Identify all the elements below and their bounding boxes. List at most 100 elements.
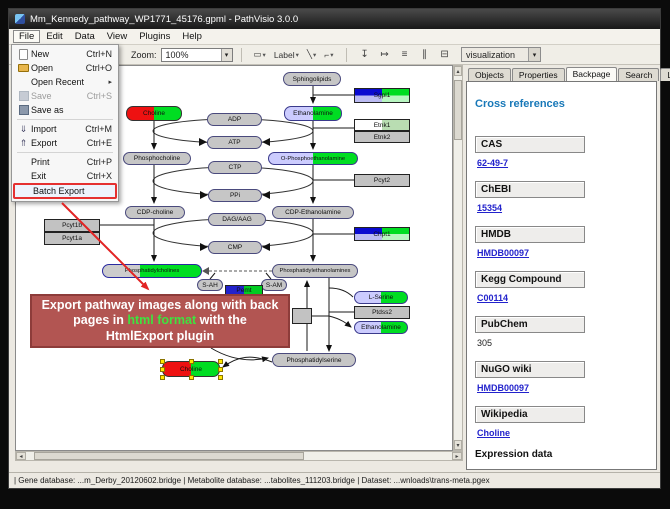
file-menu-item-batch-export[interactable]: Batch Export [13, 183, 117, 199]
pathway-node-cdp-choline[interactable]: CDP-choline [125, 206, 185, 219]
pathway-node-gene-box[interactable] [292, 308, 312, 324]
menu-file[interactable]: File [13, 30, 40, 43]
pathway-node-sphingolipids[interactable]: Sphingolipids [283, 72, 341, 86]
pathway-node-chpt1[interactable]: Chpt1 [354, 227, 410, 241]
selection-handle[interactable] [189, 375, 194, 380]
shortcut-label: Ctrl+E [87, 138, 114, 148]
pathway-node-dag-aag[interactable]: DAG/AAG [208, 213, 266, 226]
pathway-node-pcyt2[interactable]: Pcyt2 [354, 174, 410, 187]
datanode-tool[interactable]: ▭▾ [250, 47, 270, 62]
menu-help[interactable]: Help [176, 30, 208, 43]
tab-legend[interactable]: Legend [660, 68, 670, 81]
horizontal-scroll-thumb[interactable] [34, 452, 304, 460]
annotation-callout: Export pathway images along with back pa… [30, 294, 290, 348]
visualization-dropdown-icon[interactable]: ▾ [528, 48, 540, 61]
pathway-node-phosphatidylethanolamines[interactable]: Phosphatidylethanolamines [272, 264, 358, 278]
xref-title: ChEBI [475, 181, 585, 198]
pathway-node-cmp[interactable]: CMP [208, 241, 262, 254]
no-icon [18, 185, 33, 197]
file-menu-item-save[interactable]: SaveCtrl+S [13, 89, 117, 103]
tab-backpage[interactable]: Backpage [566, 67, 618, 81]
scroll-right-icon[interactable]: ▸ [452, 452, 462, 460]
file-menu-item-new[interactable]: NewCtrl+N [13, 47, 117, 61]
print-icon[interactable]: ⊟ [437, 47, 453, 62]
tab-objects[interactable]: Objects [468, 68, 511, 81]
selection-handle[interactable] [218, 375, 223, 380]
selection-handle[interactable] [218, 359, 223, 364]
xref-value: 305 [477, 338, 648, 348]
pathway-node-ppi[interactable]: PPi [208, 189, 262, 202]
selection-handle[interactable] [218, 367, 223, 372]
pathway-node-sgpl1[interactable]: Sgpl1 [354, 88, 410, 103]
pathway-node-l-serine[interactable]: L-Serine [354, 291, 408, 304]
shortcut-label: Ctrl+M [85, 124, 114, 134]
connector-tool[interactable]: ⌐▾ [320, 48, 337, 62]
zoom-dropdown-icon[interactable]: ▾ [221, 49, 232, 61]
file-menu-item-open[interactable]: OpenCtrl+O [13, 61, 117, 75]
align-center-y-icon[interactable]: ↦ [377, 47, 393, 62]
pathway-node-s-ah[interactable]: S-AH [197, 279, 223, 291]
xref-link[interactable]: 62-49-7 [477, 158, 508, 168]
pathway-node-cdp-ethanolamine[interactable]: CDP-Ethanolamine [272, 206, 354, 219]
no-icon [16, 76, 31, 88]
file-menu-item-import[interactable]: ⇓ImportCtrl+M [13, 122, 117, 136]
menu-plugins[interactable]: Plugins [133, 30, 176, 43]
xref-link[interactable]: Choline [477, 428, 510, 438]
expression-data-heading: Expression data [475, 449, 648, 460]
line-tool[interactable]: ╲▾ [303, 47, 320, 62]
xref-link[interactable]: HMDB00097 [477, 248, 529, 258]
pathway-node-etnk1[interactable]: Etnk1 [354, 119, 410, 131]
canvas-vertical-scrollbar[interactable]: ▴ ▾ [453, 65, 463, 451]
scroll-left-icon[interactable]: ◂ [16, 452, 26, 460]
pathway-node-ctp[interactable]: CTP [208, 161, 262, 174]
pathway-node-choline[interactable]: Choline [126, 106, 182, 121]
pathway-node-ptdss2[interactable]: Ptdss2 [354, 306, 410, 319]
menu-view[interactable]: View [101, 30, 133, 43]
xref-link[interactable]: 15354 [477, 203, 502, 213]
file-menu-item-open-recent[interactable]: Open Recent▸ [13, 75, 117, 89]
file-menu-item-save-as[interactable]: Save as [13, 103, 117, 117]
pathway-node-phosphocholine[interactable]: Phosphocholine [123, 152, 191, 165]
tab-search[interactable]: Search [618, 68, 659, 81]
selection-handle[interactable] [160, 375, 165, 380]
file-menu-item-exit[interactable]: ExitCtrl+X [13, 169, 117, 183]
menu-edit[interactable]: Edit [40, 30, 68, 43]
zoom-combobox[interactable]: 100% ▾ [161, 48, 233, 62]
xref-title: HMDB [475, 226, 585, 243]
vertical-scroll-thumb[interactable] [454, 80, 462, 140]
stack-horizontal-icon[interactable]: ≡ [397, 47, 413, 62]
selection-handle[interactable] [160, 359, 165, 364]
pathway-node-phosphatidylcholines[interactable]: Phosphatidylcholines [102, 264, 202, 278]
pathway-node-ethanolamine[interactable]: Ethanolamine [284, 106, 342, 121]
align-center-x-icon[interactable]: ↧ [357, 47, 373, 62]
pathway-node-ethanolamine[interactable]: Ethanolamine [354, 321, 408, 334]
cross-references-heading: Cross references [475, 98, 648, 110]
xref-section-pubchem: PubChem305 [475, 314, 648, 348]
file-menu-item-label: Batch Export [33, 186, 110, 196]
tab-properties[interactable]: Properties [512, 68, 565, 81]
title-bar[interactable]: Mm_Kennedy_pathway_WP1771_45176.gpml - P… [9, 9, 660, 29]
visualization-combobox[interactable]: visualization ▾ [461, 47, 541, 62]
file-menu-item-export[interactable]: ⇑ExportCtrl+E [13, 136, 117, 150]
selection-handle[interactable] [189, 359, 194, 364]
xref-link[interactable]: HMDB00097 [477, 383, 529, 393]
selection-handle[interactable] [160, 367, 165, 372]
pathway-node-phosphatidylserine[interactable]: Phosphatidylserine [272, 353, 356, 367]
canvas-horizontal-scrollbar[interactable]: ◂ ▸ [15, 451, 463, 461]
scroll-down-icon[interactable]: ▾ [454, 440, 462, 450]
label-tool[interactable]: Label▾ [270, 48, 303, 62]
pathway-node-etnk2[interactable]: Etnk2 [354, 131, 410, 143]
scroll-up-icon[interactable]: ▴ [454, 66, 462, 76]
file-menu-item-print[interactable]: PrintCtrl+P [13, 155, 117, 169]
pathway-node-pcyt1b[interactable]: Pcyt1b [44, 219, 100, 232]
shortcut-label: Ctrl+O [86, 63, 114, 73]
pathway-node-atp[interactable]: ATP [207, 136, 262, 149]
pathway-node-o-phosphoethanolamine[interactable]: O-Phosphoethanolamine [268, 152, 358, 165]
pathway-node-pcyt1a[interactable]: Pcyt1a [44, 232, 100, 245]
pathway-node-s-am[interactable]: S-AM [261, 279, 287, 291]
pathway-node-adp[interactable]: ADP [207, 113, 262, 126]
stack-vertical-icon[interactable]: ∥ [417, 47, 433, 62]
xref-link[interactable]: C00114 [477, 293, 508, 303]
menu-data[interactable]: Data [69, 30, 101, 43]
pathway-node-choline[interactable]: Choline [162, 361, 220, 377]
